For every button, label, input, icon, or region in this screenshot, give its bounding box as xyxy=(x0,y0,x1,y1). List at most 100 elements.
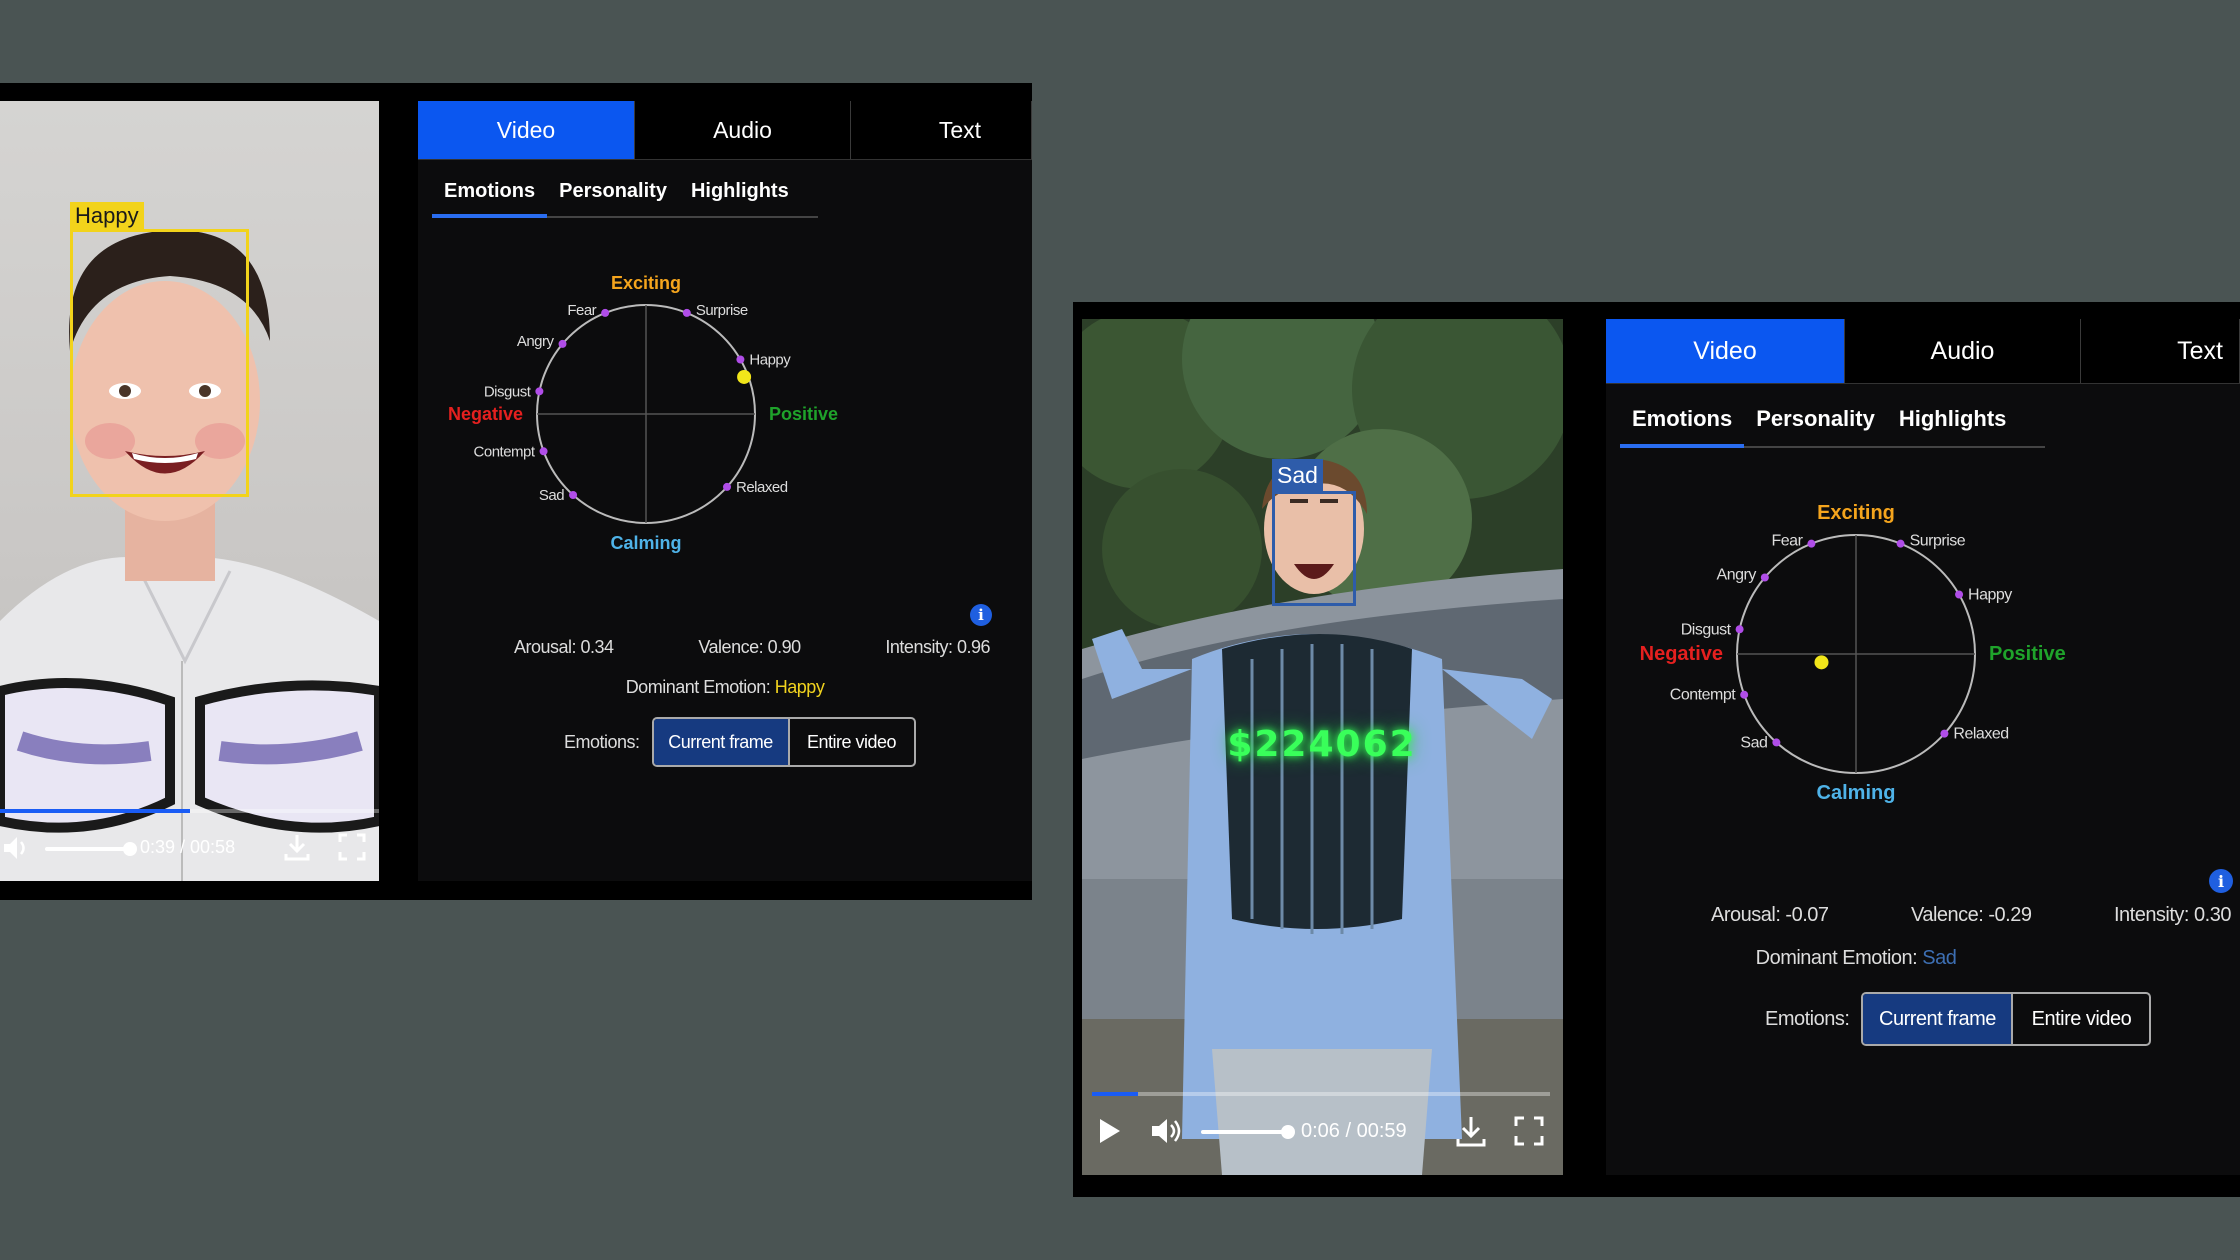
emotion-point-fear xyxy=(601,308,610,317)
emotion-label-angry: Angry xyxy=(1717,567,1757,584)
volume-slider[interactable] xyxy=(45,842,137,856)
emotion-point-relaxed xyxy=(723,482,732,491)
emotion-label-relaxed: Relaxed xyxy=(1953,726,2008,743)
entire-video-button[interactable]: Entire video xyxy=(2013,994,2149,1044)
wheel-label-calming: Calming xyxy=(610,533,681,553)
wheel-label-positive: Positive xyxy=(1989,643,2066,665)
emotion-point-disgust xyxy=(535,387,544,396)
emotion-point-contempt xyxy=(1740,690,1749,699)
volume-knob[interactable] xyxy=(1281,1125,1295,1139)
wheel-label-exciting: Exciting xyxy=(611,273,681,293)
video-time: 0:06 / 00:59 xyxy=(1301,1120,1407,1142)
emotions-scope-toggle: Emotions: Current frame Entire video xyxy=(1765,992,2152,1046)
video-time: 0:39 / 00:58 xyxy=(140,837,236,857)
volume-icon[interactable] xyxy=(2,834,32,862)
emotions-scope-label: Emotions: xyxy=(564,731,640,752)
scope-button-group: Current frame Entire video xyxy=(1861,992,2152,1046)
wheel-label-exciting: Exciting xyxy=(1817,502,1895,524)
video-progress-bar[interactable] xyxy=(1092,1092,1550,1096)
emotion-point-fear xyxy=(1807,539,1816,548)
intensity-value: Intensity: 0.96 xyxy=(885,637,990,657)
video-progress-fill xyxy=(0,809,190,813)
download-icon[interactable] xyxy=(1454,1114,1488,1148)
face-detection-box xyxy=(70,229,249,497)
download-icon[interactable] xyxy=(282,832,312,862)
emotion-point-happy xyxy=(736,355,745,364)
subtab-personality[interactable]: Personality xyxy=(547,166,679,216)
emotion-label-contempt: Contempt xyxy=(474,443,536,460)
right-app-window: Sad $224062 0:06 / 00:59 Video Audio Tex… xyxy=(1073,302,2240,1197)
emotion-label-angry: Angry xyxy=(517,333,555,350)
tab-text[interactable]: Text xyxy=(851,101,1032,159)
tab-audio[interactable]: Audio xyxy=(1845,319,2081,383)
emotion-label-relaxed: Relaxed xyxy=(736,479,788,496)
fullscreen-icon[interactable] xyxy=(1513,1115,1545,1147)
volume-knob[interactable] xyxy=(123,842,137,856)
tab-audio[interactable]: Audio xyxy=(635,101,851,159)
emotion-label-surprise: Surprise xyxy=(1910,533,1966,550)
fullscreen-icon[interactable] xyxy=(337,832,367,862)
analysis-panel: Video Audio Text Emotions Personality Hi… xyxy=(418,101,1032,881)
volume-icon[interactable] xyxy=(1150,1116,1184,1146)
main-tabs: Video Audio Text xyxy=(1606,319,2240,384)
left-app-window: Happy 0:39 / 00:58 Video Audio Text Emot… xyxy=(0,83,1032,900)
emotion-label-surprise: Surprise xyxy=(696,302,748,319)
emotion-label-disgust: Disgust xyxy=(1681,621,1732,638)
info-icon[interactable]: i xyxy=(970,604,992,626)
info-icon[interactable]: i xyxy=(2209,869,2233,893)
dominant-emotion-value: Happy xyxy=(774,677,825,697)
emotion-metrics: Arousal: -0.07 Valence: -0.29 Intensity:… xyxy=(1711,904,2231,927)
tab-text[interactable]: Text xyxy=(2081,319,2240,383)
current-frame-button[interactable]: Current frame xyxy=(653,719,790,765)
emotion-point-angry xyxy=(1760,573,1769,582)
dominant-emotion: Dominant Emotion: Sad xyxy=(1606,947,2106,970)
subtab-personality[interactable]: Personality xyxy=(1744,391,1887,446)
emotion-wheel: Exciting Calming Negative Positive Fear Surpr… xyxy=(1640,502,2066,804)
face-emotion-label: Happy xyxy=(70,202,144,230)
emotion-point-sad xyxy=(569,491,578,500)
video-progress-fill xyxy=(1092,1092,1138,1096)
valence-value: Valence: -0.29 xyxy=(1910,904,2032,926)
sub-tabs: Emotions Personality Highlights xyxy=(432,166,818,218)
video-player[interactable]: Sad $224062 0:06 / 00:59 xyxy=(1082,319,1563,1175)
wheel-label-positive: Positive xyxy=(769,404,838,424)
sub-tabs: Emotions Personality Highlights xyxy=(1620,391,2045,448)
face-detection-box xyxy=(1272,491,1356,606)
subtab-emotions[interactable]: Emotions xyxy=(432,166,548,218)
overlay-amount-text: $224062 xyxy=(1227,724,1417,765)
current-frame-button[interactable]: Current frame xyxy=(1863,994,2014,1044)
emotion-metrics: Arousal: 0.34 Valence: 0.90 Intensity: 0… xyxy=(514,637,990,658)
arousal-value: Arousal: 0.34 xyxy=(514,637,614,657)
play-icon[interactable] xyxy=(1094,1116,1124,1146)
dominant-emotion-label: Dominant Emotion: xyxy=(625,677,771,697)
subtab-highlights[interactable]: Highlights xyxy=(679,166,801,216)
emotion-label-sad: Sad xyxy=(539,487,564,504)
emotion-point-surprise xyxy=(682,308,691,317)
emotion-label-happy: Happy xyxy=(749,352,791,369)
tab-video[interactable]: Video xyxy=(1606,319,1845,383)
dominant-emotion: Dominant Emotion: Happy xyxy=(418,677,1032,698)
scope-button-group: Current frame Entire video xyxy=(651,717,916,767)
emotion-label-disgust: Disgust xyxy=(484,383,532,400)
main-tabs: Video Audio Text xyxy=(418,101,1032,160)
emotion-label-happy: Happy xyxy=(1968,587,2012,604)
emotion-point-angry xyxy=(558,339,567,348)
emotion-label-fear: Fear xyxy=(567,302,596,319)
emotion-point-disgust xyxy=(1735,625,1744,634)
wheel-label-negative: Negative xyxy=(448,404,523,424)
analysis-panel: Video Audio Text Emotions Personality Hi… xyxy=(1606,319,2240,1175)
wheel-label-calming: Calming xyxy=(1817,782,1896,804)
volume-slider[interactable] xyxy=(1201,1125,1295,1139)
video-player[interactable]: Happy 0:39 / 00:58 xyxy=(0,101,379,881)
subtab-emotions[interactable]: Emotions xyxy=(1620,391,1745,448)
subtab-highlights[interactable]: Highlights xyxy=(1887,391,2019,446)
video-progress-bar[interactable] xyxy=(0,809,379,813)
emotion-marker xyxy=(737,369,752,384)
emotions-scope-label: Emotions: xyxy=(1765,1007,1850,1030)
entire-video-button[interactable]: Entire video xyxy=(790,719,914,765)
emotion-point-relaxed xyxy=(1940,729,1949,738)
tab-video[interactable]: Video xyxy=(418,101,635,159)
wheel-label-negative: Negative xyxy=(1640,643,1723,665)
emotion-marker xyxy=(1814,655,1829,670)
valence-value: Valence: 0.90 xyxy=(698,637,801,657)
